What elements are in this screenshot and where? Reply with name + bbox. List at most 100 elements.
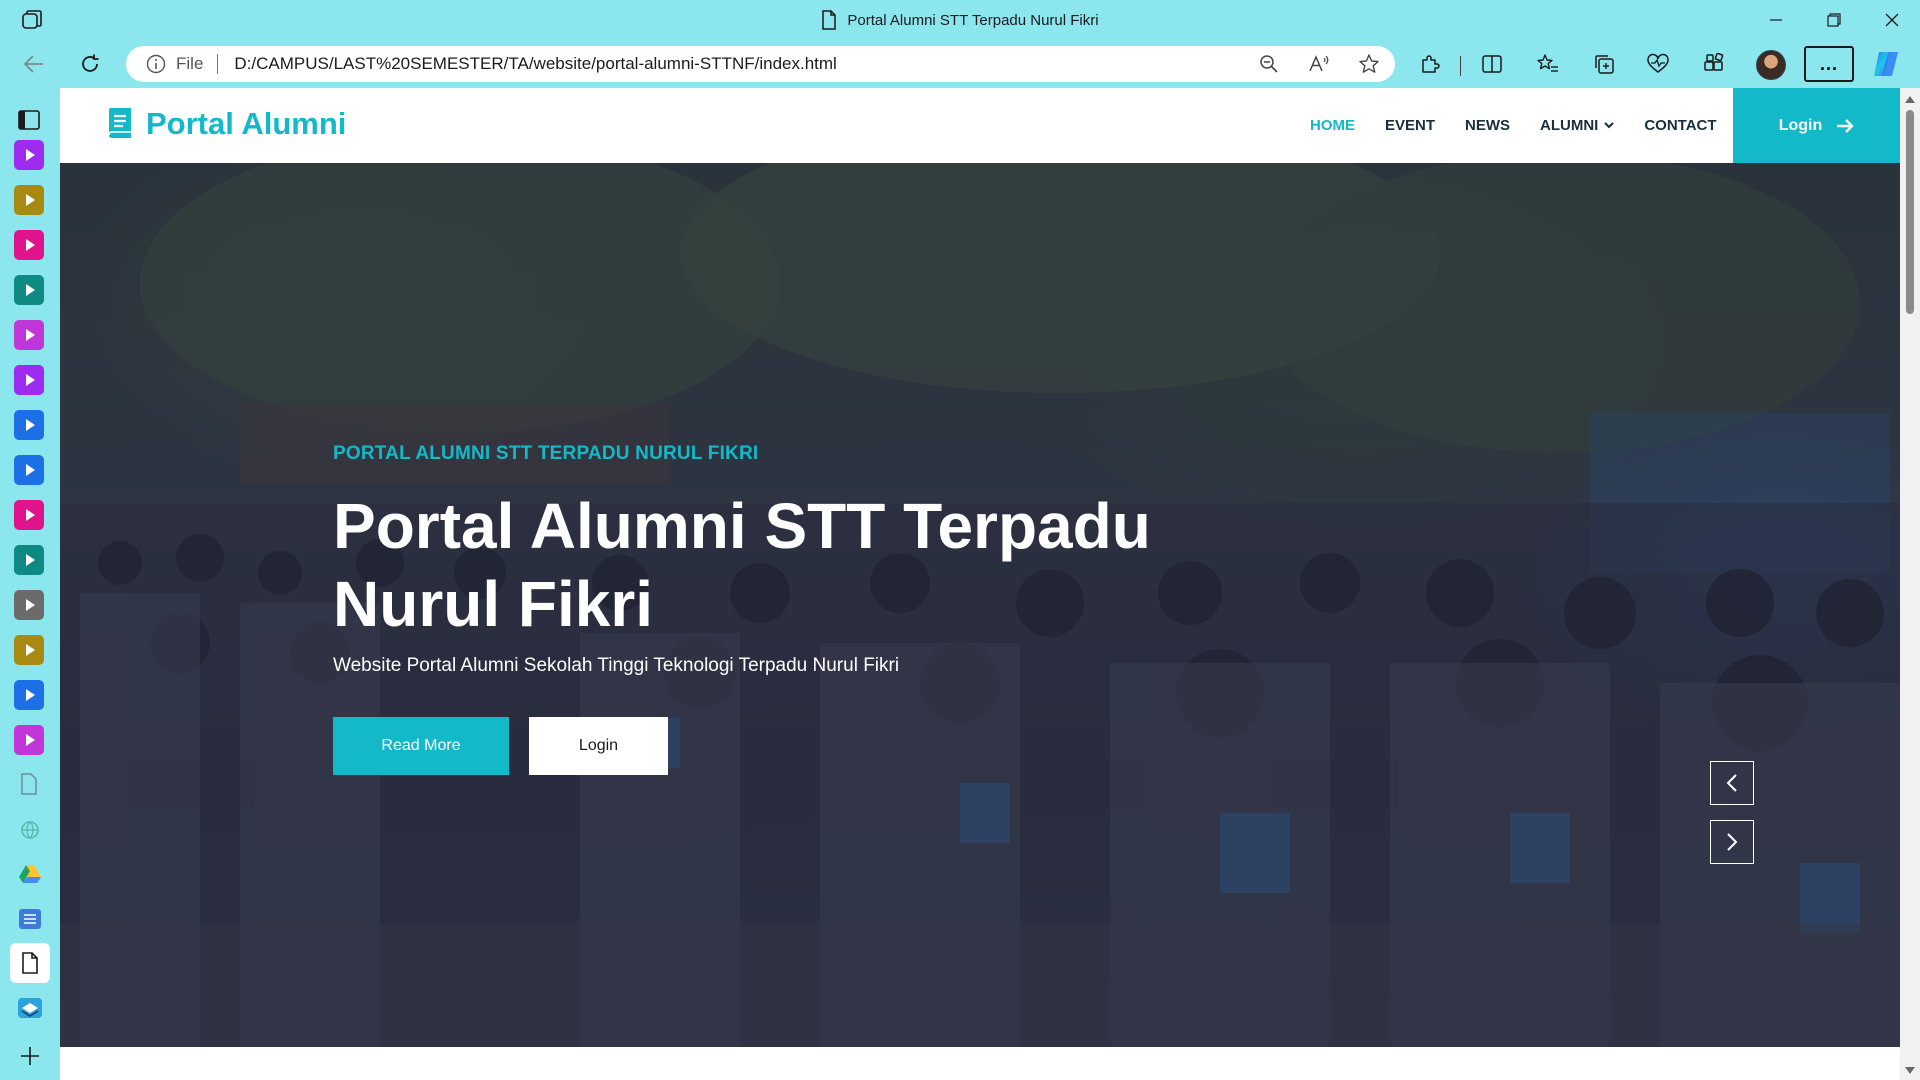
profile-avatar[interactable] [1756,50,1786,80]
sidebar-item-14[interactable] [14,725,44,755]
hero-buttons: Read More Login [333,717,1233,775]
active-document-icon [22,952,38,974]
hero-title: Portal Alumni STT Terpadu Nurul Fikri [333,490,1151,640]
nav-news[interactable]: NEWS [1465,117,1510,134]
media-app-icon [26,509,35,521]
hero-kicker: PORTAL ALUMNI STT TERPADU NURUL FIKRI [333,443,759,464]
list-app-icon[interactable] [18,908,42,930]
window-title-bar: Portal Alumni STT Terpadu Nurul Fikri [0,0,1920,40]
media-app-icon [26,374,35,386]
site-brand[interactable]: Portal Alumni [106,106,346,142]
chevron-down-icon [1604,122,1615,129]
restore-icon [1827,13,1841,27]
split-screen-button[interactable] [1476,48,1508,80]
back-arrow-icon [23,55,43,73]
copilot-icon[interactable] [1870,48,1902,80]
nav-contact[interactable]: CONTACT [1644,117,1716,134]
carousel-next-button[interactable] [1710,820,1754,864]
document-icon [822,10,837,30]
page-viewport: Portal Alumni HOME EVENT NEWS ALUMNI CON… [60,88,1900,1080]
book-logo-icon [108,108,131,138]
scroll-down-arrow[interactable] [1905,1067,1915,1074]
window-title-text: Portal Alumni STT Terpadu Nurul Fikri [847,11,1099,29]
extensions-button[interactable] [1414,48,1446,80]
nav-login-button[interactable]: Login [1733,88,1900,163]
media-app-icon [26,464,35,476]
sidebar-item-2[interactable] [14,185,44,215]
settings-more-button[interactable]: ... [1804,46,1854,82]
read-more-button[interactable]: Read More [333,717,509,775]
nav-event[interactable]: EVENT [1385,117,1435,134]
scroll-up-arrow[interactable] [1905,96,1915,103]
back-button[interactable] [18,48,50,80]
collections-icon [1595,55,1614,74]
close-icon [1885,13,1899,27]
restore-button[interactable] [1806,0,1862,40]
sidebar-item-9[interactable] [14,500,44,530]
add-sidebar-app-icon[interactable] [20,1046,40,1066]
sidebar-item-1[interactable] [14,140,44,170]
browser-essentials-button[interactable] [1642,48,1674,80]
favorites-list-icon [1537,54,1558,72]
favorite-star-icon[interactable] [1357,52,1381,76]
zoom-icon[interactable] [1257,52,1281,76]
sidebar-item-8[interactable] [14,455,44,485]
toolbar-divider [1460,56,1461,76]
hero-login-button[interactable]: Login [529,717,668,775]
apps-grid-icon [1704,53,1724,71]
page-scrollbar[interactable] [1900,88,1920,1080]
media-app-icon [26,239,35,251]
site-navbar: Portal Alumni HOME EVENT NEWS ALUMNI CON… [60,88,1900,163]
site-info-icon[interactable] [146,54,166,74]
sidebar-item-3[interactable] [14,230,44,260]
hero-carousel: PORTAL ALUMNI STT TERPADU NURUL FIKRI Po… [60,163,1900,1047]
read-aloud-icon[interactable] [1307,52,1331,76]
sidebar-item-6[interactable] [14,365,44,395]
media-app-icon [26,689,35,701]
sidebar-item-12[interactable] [14,635,44,665]
media-app-icon [26,734,35,746]
hero-subtitle: Website Portal Alumni Sekolah Tinggi Tek… [333,655,900,676]
main-nav: HOME EVENT NEWS ALUMNI CONTACT [1310,88,1717,163]
media-app-icon [26,149,35,161]
sidebar-item-active-document[interactable] [10,943,50,983]
nav-login-label: Login [1778,116,1823,134]
media-app-icon [26,599,35,611]
media-app-icon [26,419,35,431]
address-bar[interactable]: File D:/CAMPUS/LAST%20SEMESTER/TA/websit… [126,46,1395,82]
sidebar-item-4[interactable] [14,275,44,305]
sidebar-item-11[interactable] [14,590,44,620]
close-window-button[interactable] [1864,0,1920,40]
url-text[interactable]: D:/CAMPUS/LAST%20SEMESTER/TA/website/por… [234,54,836,74]
carousel-prev-button[interactable] [1710,761,1754,805]
scroll-thumb[interactable] [1906,110,1914,314]
browser-toolbar: File D:/CAMPUS/LAST%20SEMESTER/TA/websit… [0,40,1920,88]
sidebar-item-7[interactable] [14,410,44,440]
minimize-icon [1770,19,1782,21]
refresh-button[interactable] [74,48,106,80]
drive-icon[interactable] [18,863,42,885]
hero-content: PORTAL ALUMNI STT TERPADU NURUL FIKRI Po… [333,443,1233,775]
sidebar-globe-icon[interactable] [19,819,41,841]
nav-alumni-label: ALUMNI [1540,117,1599,134]
chevron-right-icon [1727,833,1738,851]
sidebar-item-10[interactable] [14,545,44,575]
sidebar-document-icon[interactable] [20,773,38,795]
sidebar-item-5[interactable] [14,320,44,350]
sidebar-item-13[interactable] [14,680,44,710]
media-app-icon [26,329,35,341]
scheme-label: File [176,54,204,73]
nav-home[interactable]: HOME [1310,117,1355,134]
nav-alumni-dropdown[interactable]: ALUMNI [1540,117,1615,134]
address-separator [217,54,219,74]
apps-button[interactable] [1698,48,1730,80]
arrow-right-icon [1837,118,1854,133]
layers-app-icon[interactable] [17,997,43,1019]
heart-pulse-icon [1647,53,1669,73]
minimize-button[interactable] [1748,0,1804,40]
chevron-left-icon [1726,774,1737,792]
media-app-icon [26,554,35,566]
tab-actions-icon[interactable] [18,110,40,130]
favorites-button[interactable] [1532,48,1564,80]
collections-button[interactable] [1588,48,1620,80]
